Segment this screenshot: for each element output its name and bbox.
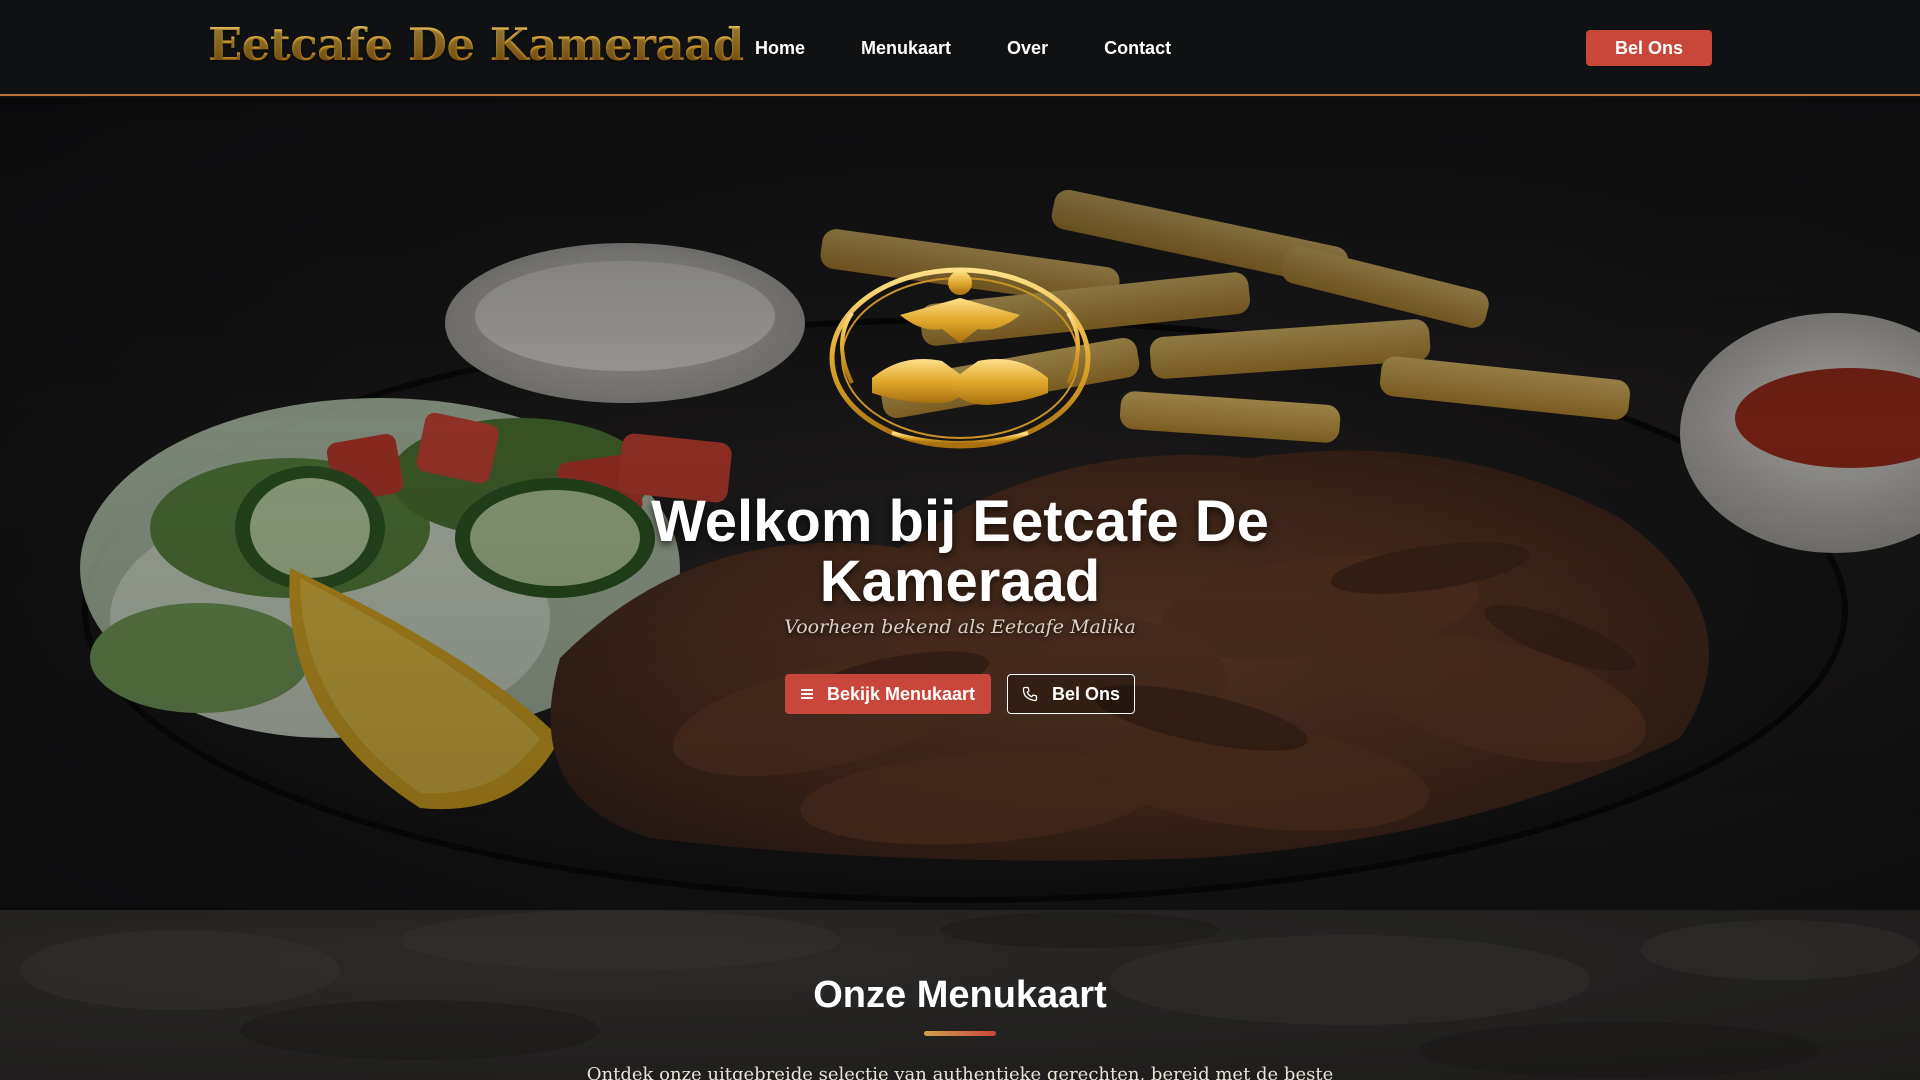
menu-section-title: Onze Menukaart	[813, 974, 1107, 1016]
header-call-button[interactable]: Bel Ons	[1586, 30, 1712, 66]
nav-over[interactable]: Over	[1007, 38, 1048, 59]
site-header: Eetcafe De Kameraad Home Menukaart Over …	[0, 0, 1920, 96]
menu-section-intro: Ontdek onze uitgebreide selectie van aut…	[586, 1064, 1334, 1080]
call-button-label: Bel Ons	[1051, 683, 1121, 704]
hero-title: Welkom bij Eetcafe De Kameraad	[651, 489, 1269, 614]
menu-lines-icon	[800, 688, 813, 700]
title-divider	[924, 1031, 996, 1036]
main-nav: Home Menukaart Over Contact	[755, 38, 1171, 59]
handshake-emblem-icon	[829, 267, 1091, 449]
hero-subtitle: Voorheen bekend als Eetcafe Malika	[784, 616, 1136, 638]
nav-menukaart[interactable]: Menukaart	[861, 38, 951, 59]
view-menu-label: Bekijk Menukaart	[826, 683, 976, 704]
hero-section: Welkom bij Eetcafe De Kameraad Voorheen …	[0, 98, 1920, 910]
brand-logo[interactable]: Eetcafe De Kameraad	[208, 18, 744, 71]
menu-section: Onze Menukaart Ontdek onze uitgebreide s…	[0, 910, 1920, 1080]
nav-home[interactable]: Home	[755, 38, 805, 59]
phone-icon	[1022, 686, 1038, 702]
view-menu-button[interactable]: Bekijk Menukaart	[785, 674, 991, 714]
call-button[interactable]: Bel Ons	[1007, 674, 1135, 714]
nav-contact[interactable]: Contact	[1104, 38, 1171, 59]
